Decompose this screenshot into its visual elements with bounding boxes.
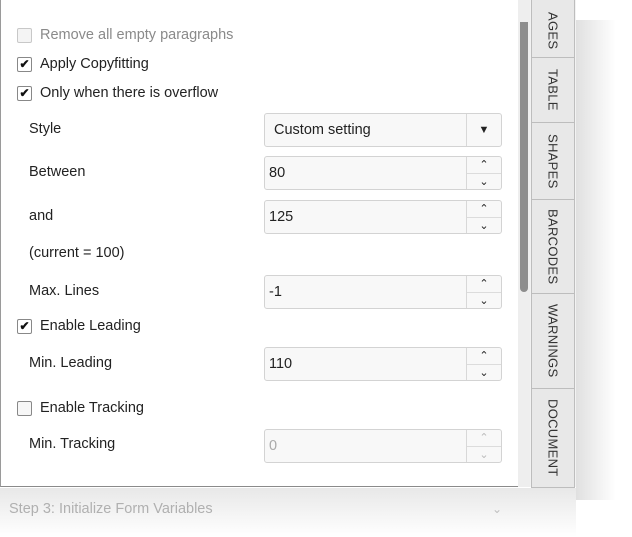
between-stepper[interactable]: 80 ⌃ ⌄ <box>264 156 502 190</box>
enable-leading-label: Enable Leading <box>40 318 141 334</box>
tab-barcodes-label: BARCODES <box>545 208 561 285</box>
check-icon: ✔ <box>19 86 30 100</box>
tab-table-label: TABLE <box>545 69 561 111</box>
and-label: and <box>29 208 54 224</box>
chevron-up-icon[interactable]: ⌃ <box>467 430 501 446</box>
check-icon: ✔ <box>19 57 30 71</box>
only-when-overflow-label: Only when there is overflow <box>40 85 219 101</box>
panel-shadow <box>576 20 616 500</box>
min-tracking-label: Min. Tracking <box>29 436 116 452</box>
tab-document-label: DOCUMENT <box>545 399 561 477</box>
chevron-down-icon[interactable]: ⌄ <box>467 363 501 381</box>
chevron-down-icon[interactable]: ⌄ <box>467 291 501 309</box>
remove-empty-paragraphs-option[interactable]: Remove all empty paragraphs <box>1 27 233 43</box>
chevron-up-icon[interactable]: ⌃ <box>467 157 501 173</box>
and-value[interactable]: 125 <box>265 201 466 233</box>
min-leading-value[interactable]: 110 <box>265 348 466 380</box>
check-icon: ✔ <box>19 319 30 333</box>
remove-empty-paragraphs-label: Remove all empty paragraphs <box>40 27 234 43</box>
min-tracking-value[interactable]: 0 <box>265 430 466 462</box>
chevron-up-icon[interactable]: ⌃ <box>467 201 501 217</box>
only-when-overflow-checkbox[interactable]: ✔ <box>17 85 32 101</box>
step-3-header[interactable]: Step 3: Initialize Form Variables ⌄ <box>0 488 576 537</box>
max-lines-value[interactable]: -1 <box>265 276 466 308</box>
enable-leading-option[interactable]: ✔ Enable Leading <box>1 318 141 334</box>
and-stepper[interactable]: 125 ⌃ ⌄ <box>264 200 502 234</box>
apply-copyfitting-checkbox[interactable]: ✔ <box>17 56 32 72</box>
style-label: Style <box>29 121 62 137</box>
copyfitting-panel: Remove all empty paragraphs ✔ Apply Copy… <box>0 0 519 487</box>
chevron-down-icon[interactable]: ⌄ <box>467 172 501 190</box>
current-value-text: (current = 100) <box>29 245 125 261</box>
enable-tracking-checkbox[interactable] <box>17 400 32 416</box>
tab-shapes[interactable]: SHAPES <box>531 123 575 200</box>
tab-shapes-label: SHAPES <box>545 133 561 189</box>
step-3-label: Step 3: Initialize Form Variables <box>9 501 213 517</box>
chevron-down-icon[interactable]: ⌄ <box>467 445 501 463</box>
tab-document[interactable]: DOCUMENT <box>531 389 575 488</box>
min-tracking-stepper[interactable]: 0 ⌃ ⌄ <box>264 429 502 463</box>
chevron-up-icon[interactable]: ⌃ <box>467 348 501 364</box>
caret-down-icon[interactable]: ▼ <box>466 114 501 146</box>
tab-warnings[interactable]: WARNINGS <box>531 294 575 389</box>
side-tabs: AGES TABLE SHAPES BARCODES WARNINGS DOCU… <box>530 0 576 488</box>
only-when-overflow-option[interactable]: ✔ Only when there is overflow <box>1 85 218 101</box>
min-leading-stepper[interactable]: 110 ⌃ ⌄ <box>264 347 502 381</box>
enable-tracking-option[interactable]: Enable Tracking <box>1 400 144 416</box>
chevron-down-icon[interactable]: ⌄ <box>467 216 501 234</box>
max-lines-label: Max. Lines <box>29 283 100 299</box>
scrollbar-thumb[interactable] <box>520 22 528 292</box>
tab-images-label: AGES <box>545 11 561 49</box>
between-label: Between <box>29 164 86 180</box>
enable-leading-checkbox[interactable]: ✔ <box>17 318 32 334</box>
tab-warnings-label: WARNINGS <box>545 304 561 378</box>
tab-table[interactable]: TABLE <box>531 58 575 123</box>
style-select[interactable]: Custom setting ▼ <box>264 113 502 147</box>
chevron-up-icon[interactable]: ⌃ <box>467 276 501 292</box>
min-leading-label: Min. Leading <box>29 355 113 371</box>
top-fade <box>1 0 519 22</box>
tab-images[interactable]: AGES <box>531 0 575 58</box>
apply-copyfitting-option[interactable]: ✔ Apply Copyfitting <box>1 56 149 72</box>
remove-empty-paragraphs-checkbox[interactable] <box>17 27 32 43</box>
max-lines-stepper[interactable]: -1 ⌃ ⌄ <box>264 275 502 309</box>
chevron-down-icon[interactable]: ⌄ <box>492 502 502 516</box>
between-value[interactable]: 80 <box>265 157 466 189</box>
apply-copyfitting-label: Apply Copyfitting <box>40 56 149 72</box>
enable-tracking-label: Enable Tracking <box>40 400 144 416</box>
tab-barcodes[interactable]: BARCODES <box>531 200 575 294</box>
style-select-value: Custom setting <box>274 122 371 138</box>
